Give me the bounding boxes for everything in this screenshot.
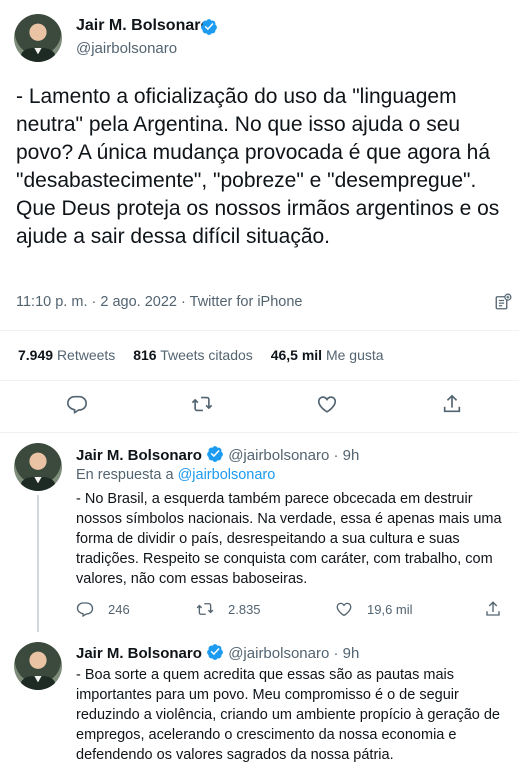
tweet-text: - Lamento a oficialização do uso da "lin… <box>16 85 500 248</box>
meta-separator: · <box>91 294 97 310</box>
retweet-button[interactable] <box>191 393 213 415</box>
verified-badge-icon <box>207 644 223 660</box>
reply-to-line: En respuesta a @jairbolsonaro <box>76 467 275 483</box>
reply-to-prefix: En respuesta a <box>76 467 174 483</box>
share-button[interactable] <box>441 393 463 415</box>
reply-button[interactable]: 246 <box>76 600 130 618</box>
divider <box>0 432 519 433</box>
meta-separator: · <box>333 447 339 464</box>
reply-to-handle[interactable]: @jairbolsonaro <box>178 467 276 483</box>
author-handle[interactable]: @jairbolsonaro <box>228 645 329 662</box>
like-icon <box>336 602 352 617</box>
like-count: 19,6 mil <box>367 601 413 617</box>
retweet-icon <box>196 603 214 615</box>
reply-button[interactable] <box>66 393 88 415</box>
reply-age[interactable]: 9h <box>343 645 360 662</box>
divider <box>0 330 519 331</box>
reply-header: Jair M. Bolsonaro @jairbolsonaro · 9h <box>76 445 359 464</box>
like-button[interactable]: 19,6 mil <box>335 600 413 618</box>
meta-separator: · <box>333 645 339 662</box>
author-name[interactable]: Jair M. Bolsonaro <box>76 645 202 662</box>
reply-text: - Boa sorte a quem acredita que essas sã… <box>76 667 500 762</box>
retweets-stat[interactable]: 7.949 Retweets <box>18 347 115 363</box>
tweet-date[interactable]: 2 ago. 2022 <box>100 294 177 310</box>
verified-badge-icon <box>201 19 217 35</box>
author-name[interactable]: Jair M. Bolsonaro <box>76 17 210 35</box>
tweet-time[interactable]: 11:10 p. m. <box>16 294 87 310</box>
tweet-meta: 11:10 p. m. · 2 ago. 2022 · Twitter for … <box>16 294 302 310</box>
quotes-stat[interactable]: 816 Tweets citados <box>133 347 253 363</box>
thread-line <box>37 495 39 632</box>
author-handle[interactable]: @jairbolsonaro <box>228 447 329 464</box>
like-icon <box>317 396 337 413</box>
share-icon <box>486 601 500 616</box>
verified-badge-icon <box>207 446 223 462</box>
tweet-actions <box>0 393 519 421</box>
reply-icon <box>76 602 94 618</box>
author-handle[interactable]: @jairbolsonaro <box>76 40 177 57</box>
author-name[interactable]: Jair M. Bolsonaro <box>76 447 202 464</box>
reply-avatar[interactable] <box>14 443 62 491</box>
share-button[interactable] <box>484 600 516 618</box>
engagement-stats: 7.949 Retweets 816 Tweets citados 46,5 m… <box>18 347 398 363</box>
like-button[interactable] <box>316 393 338 415</box>
divider <box>0 380 519 381</box>
meta-separator: · <box>181 294 186 310</box>
tweet-source[interactable]: Twitter for iPhone <box>190 294 303 310</box>
reply-age[interactable]: 9h <box>343 447 360 464</box>
reply-text: - No Brasil, a esquerda também parece ob… <box>76 491 502 587</box>
likes-stat[interactable]: 46,5 mil Me gusta <box>271 347 384 363</box>
retweet-count: 2.835 <box>228 601 261 617</box>
analytics-icon[interactable] <box>494 293 512 311</box>
reply-icon <box>67 395 87 414</box>
reply-header: Jair M. Bolsonaro @jairbolsonaro · 9h <box>76 643 359 662</box>
share-icon <box>443 394 461 413</box>
retweet-button[interactable]: 2.835 <box>196 600 261 618</box>
reply-count: 246 <box>108 601 130 617</box>
reply-avatar[interactable] <box>14 642 62 690</box>
author-avatar[interactable] <box>14 14 62 62</box>
retweet-icon <box>191 396 213 412</box>
